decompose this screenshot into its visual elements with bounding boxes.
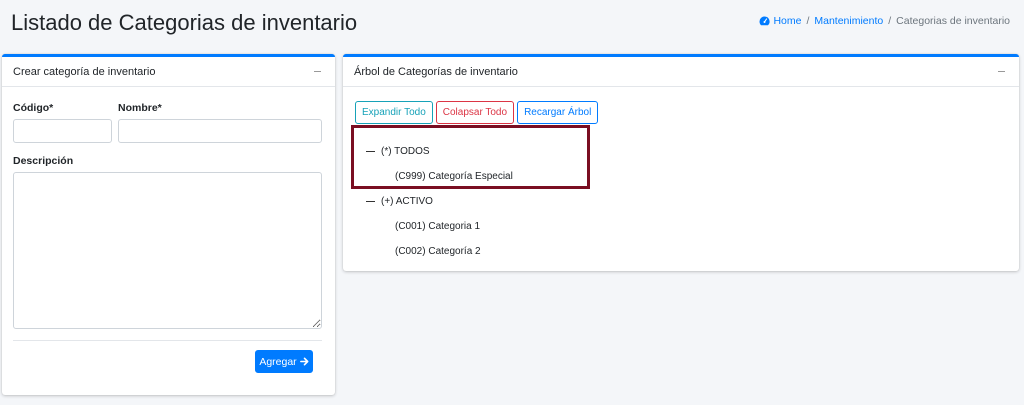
tree-node-c002[interactable]: (C002) Categoría 2 <box>395 246 481 257</box>
create-category-card-title: Crear categoría de inventario <box>13 65 156 78</box>
breadcrumb-home-label: Home <box>773 15 802 27</box>
collapse-node-icon[interactable] <box>366 200 375 203</box>
category-tree-card-header: Árbol de Categorías de inventario <box>343 57 1019 87</box>
descripcion-textarea[interactable] <box>13 172 322 329</box>
breadcrumb-separator: / <box>888 15 892 27</box>
category-tree-card-title: Árbol de Categorías de inventario <box>354 65 518 78</box>
page-title: Listado de Categorias de inventario <box>11 10 358 35</box>
collapse-all-button[interactable]: Colapsar Todo <box>435 101 515 124</box>
arrow-right-icon <box>299 357 309 366</box>
highlight-box <box>351 125 590 189</box>
form-divider <box>13 340 322 341</box>
tree-node-activo[interactable]: (+) ACTIVO <box>366 196 433 207</box>
breadcrumb-home-link[interactable]: Home <box>759 15 801 27</box>
breadcrumb-separator: / <box>806 15 810 27</box>
page-header: Listado de Categorias de inventario Home… <box>0 0 1024 48</box>
codigo-label: Código* <box>13 102 54 114</box>
dashboard-icon <box>759 16 770 26</box>
create-category-card-header: Crear categoría de inventario <box>2 57 335 87</box>
expand-all-button[interactable]: Expandir Todo <box>355 101 433 124</box>
minus-icon <box>997 71 1005 72</box>
nombre-label: Nombre* <box>118 102 162 114</box>
tree-node-c001[interactable]: (C001) Categoria 1 <box>395 221 480 232</box>
minus-icon <box>313 71 321 72</box>
tree-node-label: (+) ACTIVO <box>381 196 433 207</box>
agregar-button[interactable]: Agregar <box>255 350 313 373</box>
agregar-button-label: Agregar <box>259 355 297 368</box>
create-category-card: Crear categoría de inventario Código* No… <box>2 54 335 395</box>
codigo-input[interactable] <box>13 119 112 143</box>
collapse-tree-card-button[interactable] <box>994 65 1008 79</box>
breadcrumb: Home / Mantenimiento / Categorias de inv… <box>759 15 1010 27</box>
breadcrumb-mantenimiento-link[interactable]: Mantenimiento <box>814 15 883 27</box>
descripcion-label: Descripción <box>13 155 74 167</box>
breadcrumb-current: Categorias de inventario <box>896 15 1010 27</box>
collapse-create-card-button[interactable] <box>310 65 324 79</box>
tree-node-label: (C001) Categoria 1 <box>395 221 481 232</box>
nombre-input[interactable] <box>118 119 322 143</box>
tree-node-label: (C002) Categoría 2 <box>395 246 481 257</box>
reload-tree-button[interactable]: Recargar Árbol <box>517 101 599 124</box>
tree-toolbar: Expandir Todo Colapsar Todo Recargar Árb… <box>355 101 599 124</box>
